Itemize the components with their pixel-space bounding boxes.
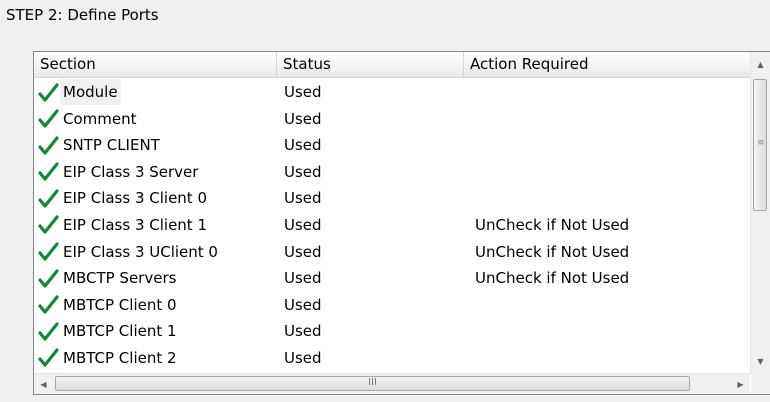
status-cell: Used — [284, 295, 322, 314]
section-label: EIP Class 3 Server — [63, 162, 199, 181]
status-cell: Used — [284, 322, 322, 341]
arrow-right-icon[interactable]: ▶ — [731, 374, 750, 394]
vertical-scrollbar[interactable]: ▲ ≡ ▼ — [750, 52, 770, 374]
checkmark-icon[interactable] — [38, 241, 59, 262]
section-cell: MBCTP Servers — [38, 265, 179, 291]
checkmark-icon[interactable] — [38, 268, 59, 289]
action-cell: UnCheck if Not Used — [475, 242, 630, 261]
list-rows: Module Used Comment Used SNTP CLIENT Used EIP … — [34, 79, 750, 372]
section-label: EIP Class 3 UClient 0 — [63, 242, 218, 261]
checkmark-icon[interactable] — [38, 108, 59, 129]
section-label: EIP Class 3 Client 0 — [63, 189, 207, 208]
list-row[interactable]: EIP Class 3 Client 1 Used UnCheck if Not U… — [34, 212, 750, 239]
section-label: MBTCP Client 2 — [63, 348, 177, 367]
arrow-up-icon[interactable]: ▲ — [751, 52, 770, 77]
horizontal-scrollbar[interactable]: ◀ III ▶ — [34, 373, 750, 394]
status-cell: Used — [284, 269, 322, 288]
section-label: MBCTP Servers — [63, 269, 177, 288]
list-row[interactable]: MBCTP Servers Used UnCheck if Not Used — [34, 265, 750, 292]
section-cell: EIP Class 3 Client 0 — [38, 185, 210, 211]
arrow-left-icon[interactable]: ◀ — [34, 374, 53, 394]
list-row[interactable]: EIP Class 3 Server Used — [34, 159, 750, 186]
section-label: Comment — [63, 109, 137, 128]
status-cell: Used — [284, 348, 322, 367]
horizontal-scroll-thumb[interactable]: III — [55, 376, 690, 391]
section-label: EIP Class 3 Client 1 — [63, 215, 207, 234]
status-cell: Used — [284, 136, 322, 155]
status-cell: Used — [284, 189, 322, 208]
column-header-section[interactable]: Section — [34, 52, 277, 77]
list-row[interactable]: EIP Class 3 UClient 0 Used UnCheck if Not … — [34, 239, 750, 266]
checkmark-icon[interactable] — [38, 347, 59, 368]
section-cell: EIP Class 3 Client 1 — [38, 212, 210, 238]
checkmark-icon[interactable] — [38, 294, 59, 315]
section-cell: MBTCP Client 2 — [38, 345, 180, 371]
list-row[interactable]: MBTCP Client 0 Used — [34, 292, 750, 319]
status-cell: Used — [284, 83, 322, 101]
section-label: Module — [60, 79, 121, 105]
status-cell: Used — [284, 162, 322, 181]
column-header-action[interactable]: Action Required — [464, 52, 750, 77]
status-cell: Used — [284, 109, 322, 128]
scrollbar-corner — [751, 374, 770, 394]
checkmark-icon[interactable] — [38, 161, 59, 182]
section-cell: EIP Class 3 UClient 0 — [38, 239, 221, 265]
section-cell: MBTCP Client 1 — [38, 318, 180, 344]
list-row[interactable]: MBTCP Client 2 Used — [34, 345, 750, 372]
checkmark-icon[interactable] — [38, 188, 59, 209]
section-cell: Module — [38, 79, 121, 105]
list-row[interactable]: Comment Used — [34, 106, 750, 133]
section-cell: EIP Class 3 Server — [38, 159, 201, 185]
list-row[interactable]: EIP Class 3 Client 0 Used — [34, 185, 750, 212]
status-cell: Used — [284, 215, 322, 234]
section-label: SNTP CLIENT — [63, 136, 160, 155]
ports-list[interactable]: Section Status Action Required Module Use… — [33, 51, 770, 395]
checkmark-icon[interactable] — [38, 135, 59, 156]
section-label: MBTCP Client 1 — [63, 322, 177, 341]
step-title: STEP 2: Define Ports — [6, 6, 159, 24]
section-cell: MBTCP Client 0 — [38, 292, 180, 318]
section-cell: Comment — [38, 106, 140, 132]
status-cell: Used — [284, 242, 322, 261]
section-label: MBTCP Client 0 — [63, 295, 177, 314]
section-cell: SNTP CLIENT — [38, 132, 163, 158]
list-row[interactable]: SNTP CLIENT Used — [34, 132, 750, 159]
arrow-down-icon[interactable]: ▼ — [751, 349, 770, 374]
grip-icon: ≡ — [757, 138, 765, 148]
checkmark-icon[interactable] — [38, 214, 59, 235]
action-cell: UnCheck if Not Used — [475, 269, 630, 288]
list-row[interactable]: MBTCP Client 1 Used — [34, 318, 750, 345]
list-header: Section Status Action Required — [34, 52, 750, 78]
list-row[interactable]: Module Used — [34, 79, 750, 106]
checkmark-icon[interactable] — [38, 82, 59, 103]
column-header-status[interactable]: Status — [277, 52, 464, 77]
action-cell: UnCheck if Not Used — [475, 215, 630, 234]
vertical-scroll-thumb[interactable]: ≡ — [753, 79, 767, 211]
checkmark-icon[interactable] — [38, 321, 59, 342]
